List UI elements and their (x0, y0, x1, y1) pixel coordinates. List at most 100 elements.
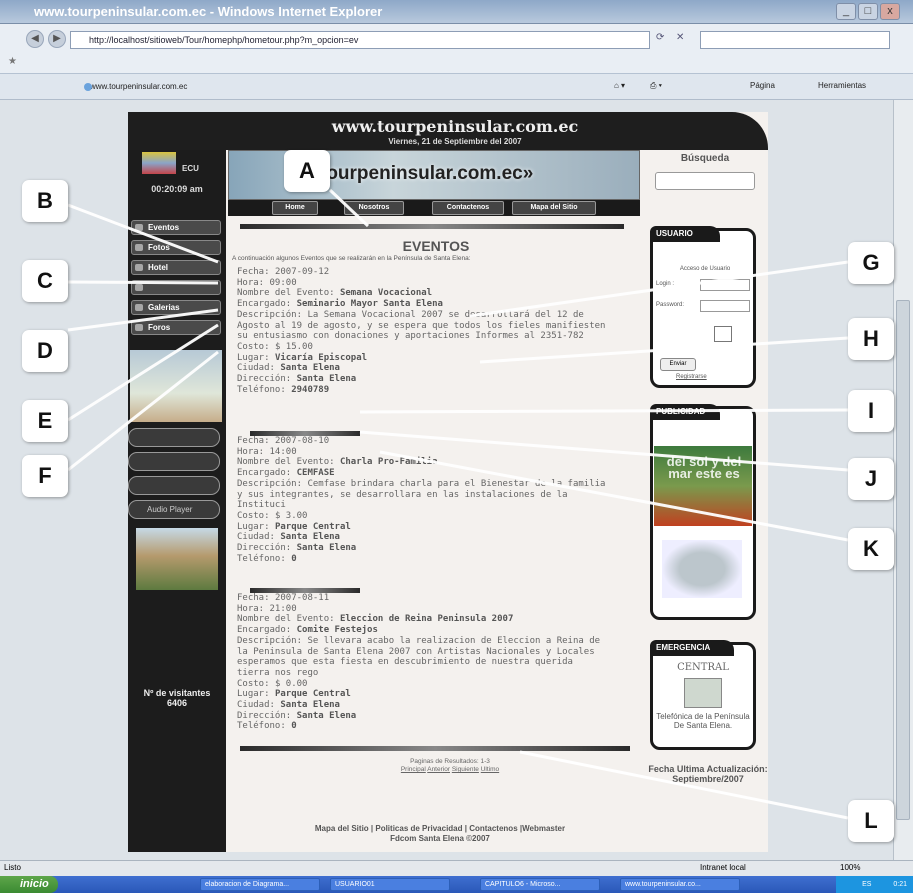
nav-nosotros[interactable]: Nosotros (344, 201, 404, 215)
callout-j: J (848, 458, 894, 500)
clock: 00:20:09 am (151, 184, 203, 194)
central-label: CENTRAL (677, 662, 729, 673)
callout-h: H (848, 318, 894, 360)
callout-i: I (848, 390, 894, 432)
event-2: Fecha: 2007-08-10 Hora: 14:00 Nombre del… (237, 436, 606, 564)
left-pill-3[interactable] (128, 476, 220, 495)
maximize-button[interactable]: □ (858, 3, 878, 20)
refresh-icon[interactable]: ⟳ (656, 32, 664, 43)
task-item[interactable]: elaboracion de Diagrama... (200, 878, 320, 891)
callout-a: A (284, 150, 330, 192)
start-button[interactable]: inicio (0, 876, 58, 893)
nav-fotos[interactable]: Fotos (131, 240, 221, 255)
callout-k: K (848, 528, 894, 570)
access-label: Acceso de Usuario (679, 266, 731, 272)
beach-photo (130, 350, 222, 422)
site-search-input[interactable] (655, 172, 755, 190)
bottom-divider (240, 746, 630, 751)
site-date: Viernes, 21 de Septiembre del 2007 (388, 137, 522, 146)
window-title: www.tourpeninsular.com.ec - Windows Inte… (34, 4, 383, 19)
pager-first[interactable]: Principal (401, 766, 426, 773)
telephone-icon (684, 678, 722, 708)
address-toolbar: ◀ ▶ http://localhost/sitioweb/Tour/homep… (0, 24, 913, 74)
page-icon (84, 83, 92, 91)
title-divider (240, 224, 624, 229)
events-intro: A continuación algunos Eventos que se re… (232, 255, 471, 262)
pager-prev[interactable]: Anterior (427, 766, 450, 773)
tools-menu[interactable]: Herramientas (818, 81, 866, 90)
last-update: Fecha Ultima Actualización: Septiembre/2… (648, 764, 768, 784)
event-1: Fecha: 2007-09-12 Hora: 09:00 Nombre del… (237, 267, 606, 395)
section-title: EVENTOS (402, 238, 470, 254)
nav-galerias[interactable]: Galerias (131, 300, 221, 315)
zone-label: Intranet local (700, 863, 746, 872)
login-label: Login : (656, 281, 675, 287)
visitor-counter: Nº de visitantes 6406 (128, 688, 226, 708)
callout-d: D (22, 330, 68, 372)
zoom-level[interactable]: 100% (840, 861, 860, 875)
login-input[interactable] (700, 279, 750, 291)
address-input[interactable]: http://localhost/sitioweb/Tour/homephp/h… (70, 31, 650, 49)
search-title: Búsqueda (680, 153, 730, 164)
nav-hotel[interactable]: Hotel (131, 260, 221, 275)
left-pill-1[interactable] (128, 428, 220, 447)
tab-row: www.tourpeninsular.com.ec ⌂ ▾ ⎙ ▾ Página… (0, 74, 913, 100)
nav-contactenos[interactable]: Contactenos (432, 201, 504, 215)
publicidad-title: PUBLICIDAD (650, 404, 720, 420)
nav-item-4[interactable] (131, 280, 221, 295)
callout-e: E (22, 400, 68, 442)
system-tray: ES 0:21 (836, 876, 913, 893)
nav-foros[interactable]: Foros (131, 320, 221, 335)
close-button[interactable]: x (880, 3, 900, 20)
callout-f: F (22, 455, 68, 497)
browser-search-input[interactable] (700, 31, 890, 49)
scrollbar-thumb[interactable] (896, 300, 910, 820)
central-info: Telefónica de la Península De Santa Elen… (656, 712, 750, 730)
nav-eventos[interactable]: Eventos (131, 220, 221, 235)
pager-next[interactable]: Siguiente (452, 766, 479, 773)
visitors-label: Nº de visitantes (143, 688, 211, 698)
nav-mapa-del-sitio[interactable]: Mapa del Sitio (512, 201, 596, 215)
status-text: Listo (4, 863, 21, 872)
clock-time: 0:21 (893, 881, 907, 888)
ecuador-flag-icon (142, 152, 176, 174)
audio-player-button[interactable]: Audio Player (128, 500, 220, 519)
window-titlebar: www.tourpeninsular.com.ec - Windows Inte… (0, 0, 913, 24)
enter-button[interactable]: Enviar (660, 358, 696, 371)
password-input[interactable] (700, 300, 750, 312)
footer-links[interactable]: Mapa del Sitio | Politicas de Privacidad… (240, 824, 640, 834)
stop-icon[interactable]: ✕ (676, 32, 684, 43)
minimize-button[interactable]: _ (836, 3, 856, 20)
language-indicator[interactable]: ES (862, 881, 871, 888)
user-box-title: USUARIO (650, 226, 720, 242)
pager-results: Paginas de Resultados: 1-3 (410, 758, 490, 765)
taskbar (0, 876, 913, 893)
forward-icon[interactable]: ▶ (48, 30, 66, 48)
country-code: ECU (182, 164, 199, 173)
password-label: Password: (656, 302, 685, 308)
nav-home[interactable]: Home (272, 201, 318, 215)
user-image (714, 326, 732, 342)
banner-text: tourpeninsular.com.ec» (320, 163, 534, 184)
visitors-count: 6406 (166, 698, 188, 708)
callout-g: G (848, 242, 894, 284)
print-icon[interactable]: ⎙ ▾ (650, 81, 662, 91)
car-ad-image[interactable] (662, 540, 742, 598)
task-item[interactable]: www.tourpeninsular.co... (620, 878, 740, 891)
callout-b: B (22, 180, 68, 222)
page-menu[interactable]: Página (750, 81, 775, 90)
site-footer: Mapa del Sitio | Politicas de Privacidad… (240, 824, 640, 844)
task-item[interactable]: CAPITULO6 - Microso... (480, 878, 600, 891)
status-bar: Listo Intranet local 100% (0, 860, 913, 876)
register-link[interactable]: Registrarse (676, 374, 707, 380)
browser-tab[interactable]: www.tourpeninsular.com.ec (80, 79, 240, 95)
callout-l: L (848, 800, 894, 842)
callout-c: C (22, 260, 68, 302)
task-item[interactable]: USUARIO01 (330, 878, 450, 891)
left-pill-2[interactable] (128, 452, 220, 471)
back-icon[interactable]: ◀ (26, 30, 44, 48)
pager-last[interactable]: Ultimo (481, 766, 499, 773)
copyright: Fdcom Santa Elena ©2007 (390, 834, 490, 843)
home-icon[interactable]: ⌂ ▾ (614, 81, 625, 90)
favorites-star-icon[interactable]: ★ (8, 56, 17, 67)
